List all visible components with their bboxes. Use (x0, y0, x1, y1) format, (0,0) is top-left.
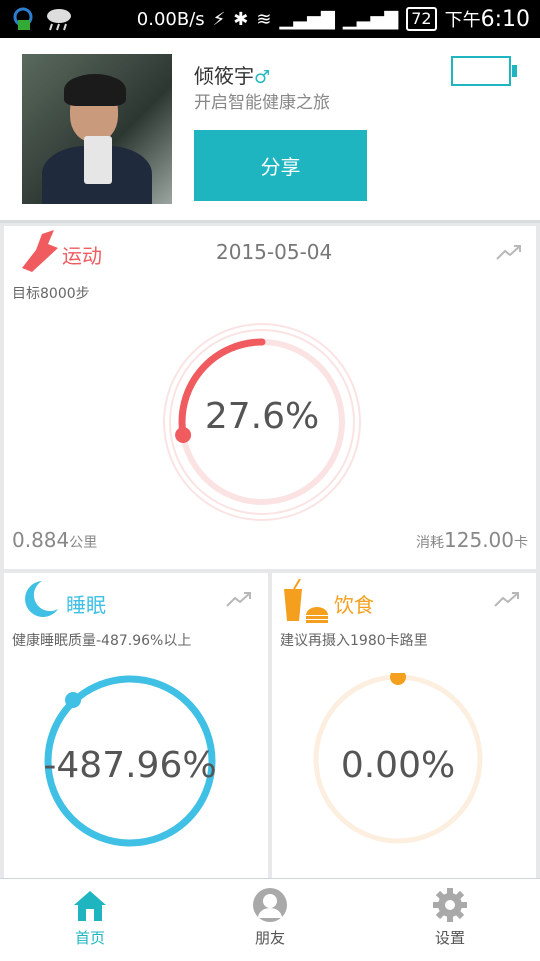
sport-title: 运动 (62, 244, 102, 268)
wifi-icon: ≋ (256, 8, 272, 30)
sleep-card[interactable]: 睡眠 健康睡眠质量-487.96%以上 -487.96% (4, 573, 268, 878)
device-battery-icon[interactable] (451, 56, 517, 86)
notification-icon (13, 7, 33, 30)
sleep-progress-dot (65, 692, 81, 708)
distance-unit: 公里 (69, 535, 98, 551)
nav-home-label: 首页 (74, 929, 105, 947)
net-speed: 0.00B/s (136, 8, 205, 30)
nav-friends[interactable]: 朋友 (180, 879, 360, 961)
distance-value: 0.884 (12, 528, 70, 552)
sleep-subtitle: 健康睡眠质量-487.96%以上 (12, 633, 192, 649)
share-button[interactable]: 分享 (194, 130, 367, 201)
food-title: 饮食 (334, 593, 374, 617)
flash-icon: ⚡ (212, 8, 226, 30)
male-icon: ♂ (254, 67, 271, 88)
status-bar: 0.00B/s ⚡ ✱ ≋ ▁▃▅▇ ▁▃▅▇ 72 下午6:10 (0, 0, 540, 38)
time-prefix: 下午 (444, 10, 481, 31)
nav-home[interactable]: 首页 (0, 879, 180, 961)
sleep-percent: -487.96% (43, 745, 217, 786)
calorie-label: 消耗 (416, 535, 445, 551)
food-percent: 0.00% (340, 745, 456, 786)
clock: 6:10 (480, 7, 530, 32)
username: 倾筱宇 (194, 64, 254, 88)
nav-settings-label: 设置 (434, 929, 465, 947)
food-subtitle: 建议再摄入1980卡路里 (280, 633, 428, 649)
calorie-value: 125.00 (444, 528, 514, 552)
bluetooth-icon: ✱ (233, 8, 249, 30)
avatar[interactable] (22, 54, 172, 204)
battery-level: 72 (406, 7, 437, 31)
slogan: 开启智能健康之旅 (194, 93, 330, 113)
gear-icon (433, 888, 467, 922)
weather-rain-icon (47, 9, 71, 31)
food-progress-dot (390, 673, 406, 685)
food-drink-icon (284, 579, 328, 623)
home-icon (74, 891, 106, 921)
calorie-unit: 卡 (514, 535, 528, 551)
food-trend-icon[interactable] (494, 591, 520, 607)
sport-card[interactable]: 运动 2015-05-04 目标8000步 27.6% 0.884公里 消耗12… (4, 226, 536, 569)
nav-friends-label: 朋友 (254, 929, 285, 947)
sleep-trend-icon[interactable] (226, 591, 252, 607)
sport-trend-icon[interactable] (496, 244, 522, 260)
moon-icon (25, 581, 58, 617)
food-card[interactable]: 饮食 建议再摄入1980卡路里 0.00% (272, 573, 536, 878)
sport-percent: 27.6% (204, 396, 320, 437)
profile-header: 倾筱宇♂ 开启智能健康之旅 分享 (0, 38, 540, 223)
nav-settings[interactable]: 设置 (360, 879, 540, 961)
signal-icon: ▁▃▅▇ (279, 8, 335, 30)
sport-goal: 目标8000步 (12, 286, 90, 302)
friends-icon (253, 888, 287, 922)
sport-date: 2015-05-04 (216, 240, 333, 264)
bottom-nav: 首页 朋友 设置 (0, 878, 540, 961)
sleep-title: 睡眠 (66, 593, 106, 617)
signal2-icon: ▁▃▅▇ (342, 8, 399, 30)
running-shoe-icon (22, 230, 58, 272)
